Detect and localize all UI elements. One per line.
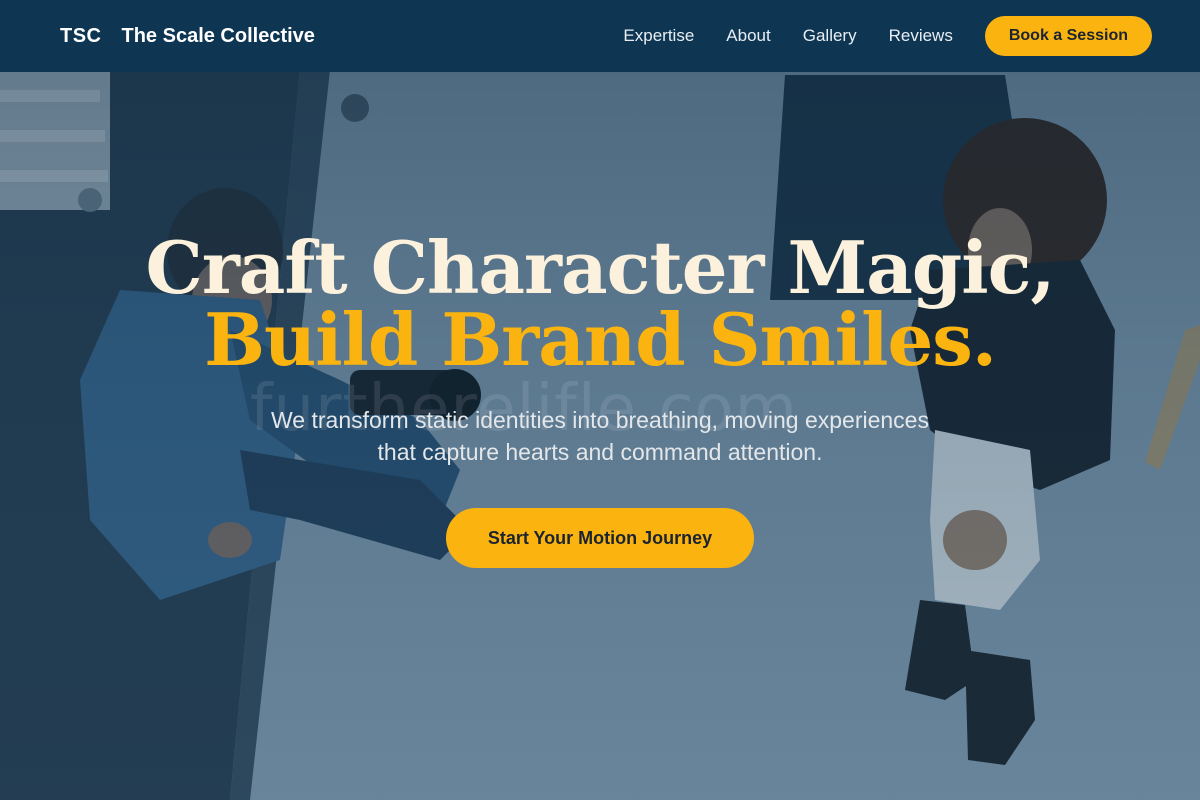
nav-link-about[interactable]: About [726,26,770,46]
start-journey-button[interactable]: Start Your Motion Journey [446,508,754,568]
top-navbar: TSC The Scale Collective Expertise About… [0,0,1200,72]
nav-link-gallery[interactable]: Gallery [803,26,857,46]
hero-headline: Craft Character Magic, Build Brand Smile… [0,232,1200,376]
nav-links: Expertise About Gallery Reviews [623,26,952,46]
headline-line-1: Craft Character Magic, [145,225,1056,310]
book-session-button[interactable]: Book a Session [984,16,1152,56]
brand-name: The Scale Collective [121,24,315,47]
brand[interactable]: TSC The Scale Collective [60,25,315,48]
headline-line-2: Build Brand Smiles. [204,297,997,382]
hero-section: Craft Character Magic, Build Brand Smile… [0,232,1200,568]
logo-mark: TSC [60,24,102,47]
nav-link-expertise[interactable]: Expertise [623,26,694,46]
nav-link-reviews[interactable]: Reviews [889,26,953,46]
hero-subtitle: We transform static identities into brea… [271,407,929,465]
